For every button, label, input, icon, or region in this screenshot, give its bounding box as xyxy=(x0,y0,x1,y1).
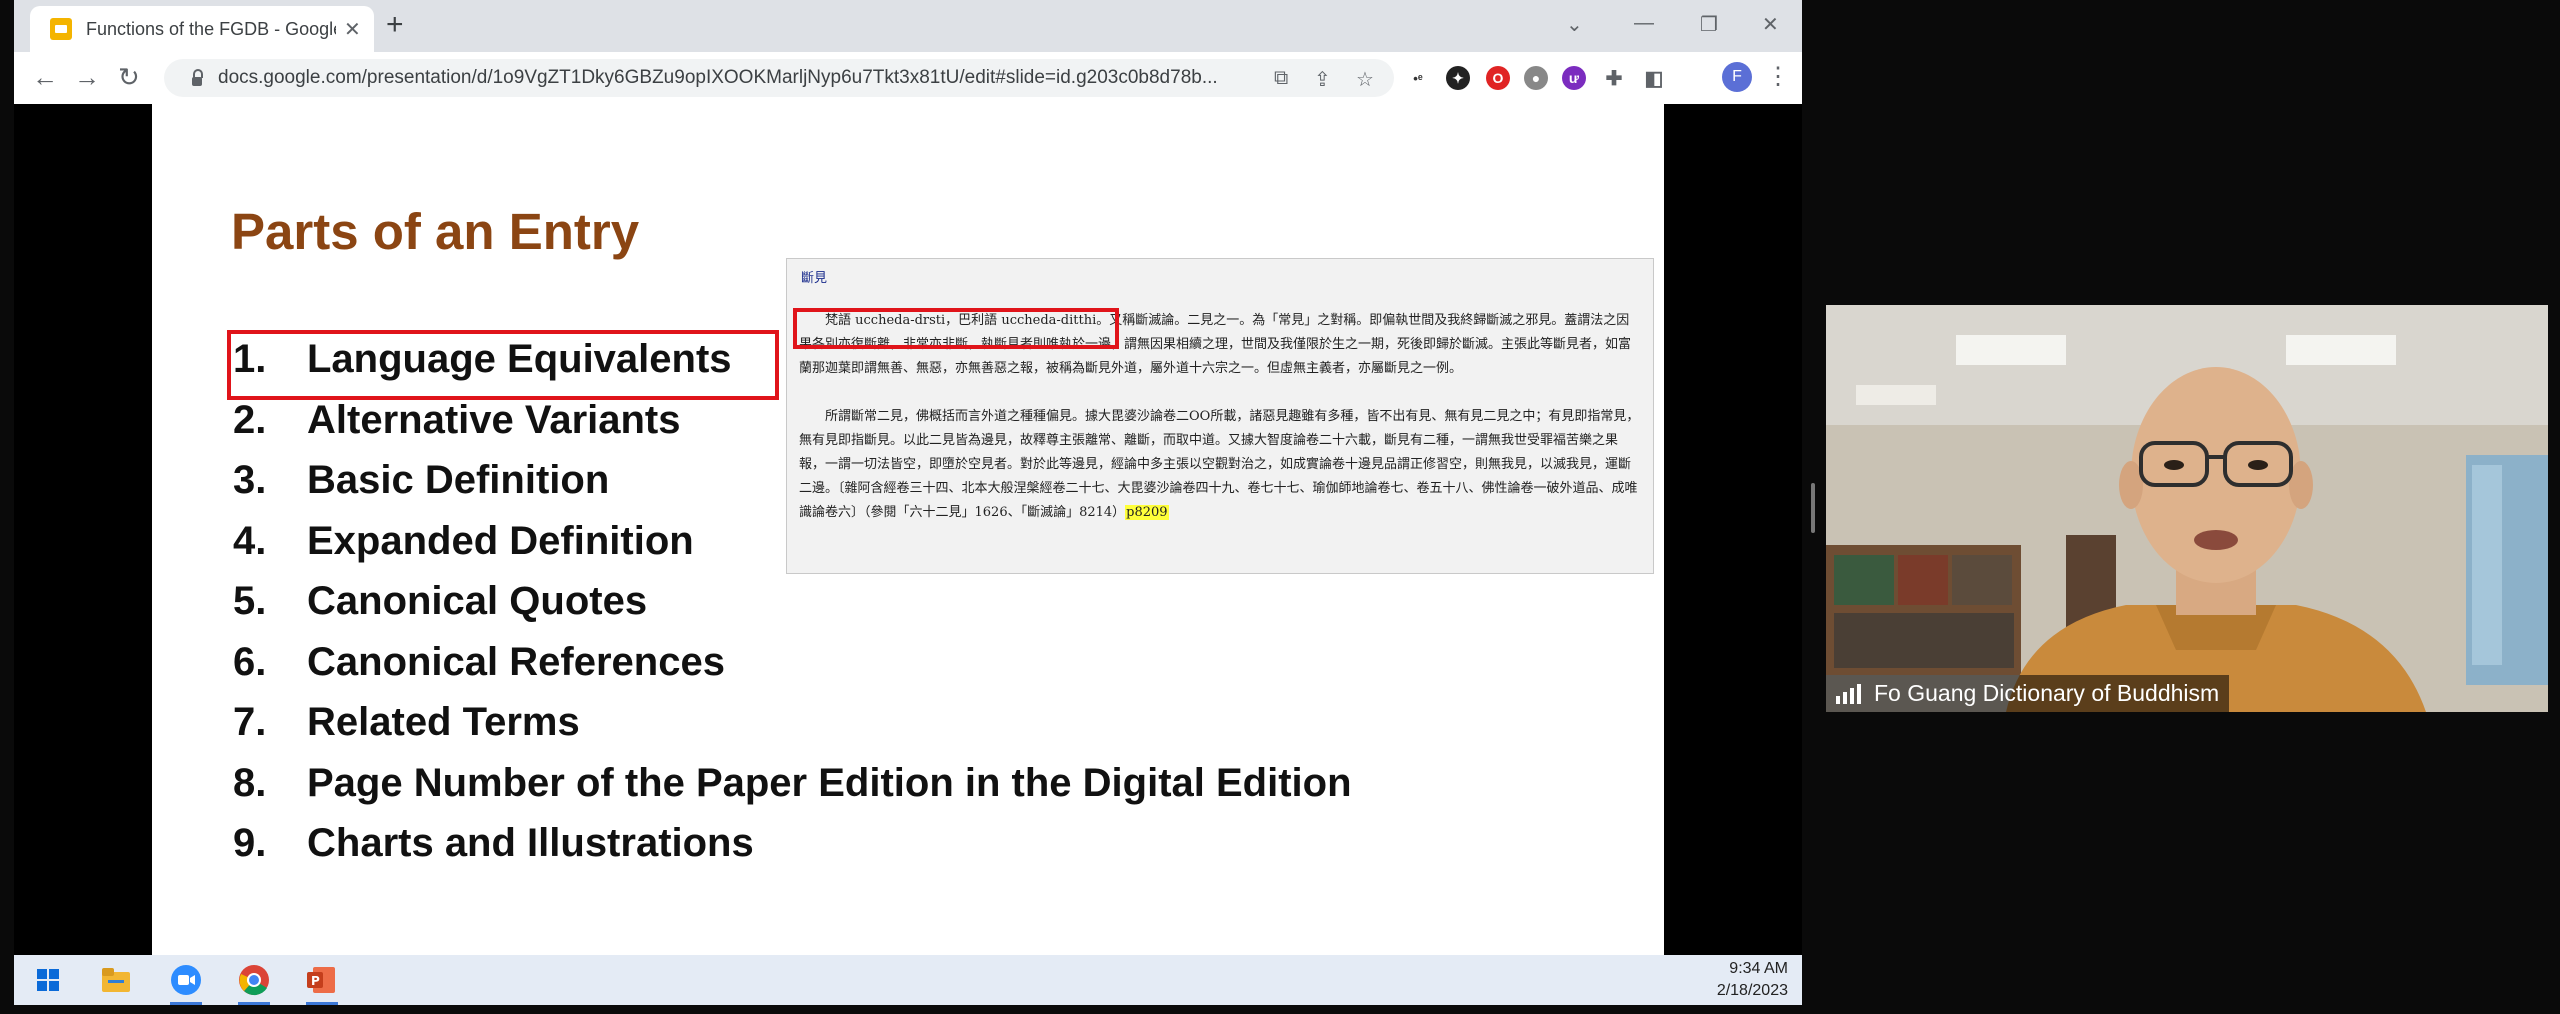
list-item: 7. Related Terms xyxy=(233,700,580,744)
list-item: 9. Charts and Illustrations xyxy=(233,821,754,865)
page-number-highlight: p8209 xyxy=(1125,505,1169,520)
slide-title: Parts of an Entry xyxy=(231,203,640,260)
excerpt-headword: 斷見 xyxy=(801,271,828,286)
system-clock[interactable]: 9:34 AM 2/18/2023 xyxy=(1717,958,1788,1002)
puzzle-icon[interactable]: ✚ xyxy=(1602,66,1626,90)
excerpt-paragraph-2: 所謂斷常二見，佛概括而言外道之種種偏見。據大毘婆沙論卷二OO所載，諸惡見趣雖有多… xyxy=(799,409,1640,520)
participant-name-tag: Fo Guang Dictionary of Buddhism xyxy=(1826,675,2230,712)
video-feed-image xyxy=(1826,305,2548,712)
presentation-area: Parts of an Entry 1. Language Equivalents… xyxy=(14,104,1802,955)
new-tab-button[interactable]: + xyxy=(386,10,404,40)
extension-purple-icon[interactable]: ư xyxy=(1562,66,1586,90)
tab-title: Functions of the FGDB - Google Slid xyxy=(86,18,336,39)
windows-taskbar: P 9:34 AM 2/18/2023 xyxy=(14,955,1802,1005)
clock-time: 9:34 AM xyxy=(1729,960,1788,977)
google-slides-icon xyxy=(50,18,72,40)
list-item: 8. Page Number of the Paper Edition in th… xyxy=(233,760,1352,805)
extension-icon[interactable]: •ᵉ xyxy=(1406,66,1430,90)
close-tab-icon[interactable]: ✕ xyxy=(344,17,361,42)
side-panel-icon[interactable]: ◧ xyxy=(1642,66,1666,90)
list-item: 6. Canonical References xyxy=(233,639,725,684)
close-window-button[interactable]: ✕ xyxy=(1762,12,1779,37)
chrome-icon[interactable] xyxy=(236,963,272,1005)
url-text: docs.google.com/presentation/d/1o9VgZT1D… xyxy=(218,67,1218,88)
forward-icon[interactable]: → xyxy=(74,62,100,92)
open-in-new-icon[interactable]: ⧉ xyxy=(1274,67,1288,90)
bookmark-star-icon[interactable]: ☆ xyxy=(1356,67,1374,92)
minimize-button[interactable]: — xyxy=(1634,12,1654,35)
highlight-box xyxy=(227,330,779,400)
browser-window: Functions of the FGDB - Google Slid ✕ + … xyxy=(14,0,1802,1005)
participant-video[interactable]: Fo Guang Dictionary of Buddhism xyxy=(1826,305,2548,712)
kebab-menu-icon[interactable]: ⋮ xyxy=(1766,62,1790,91)
signal-strength-icon xyxy=(1836,683,1864,704)
slide: Parts of an Entry 1. Language Equivalents… xyxy=(152,104,1664,955)
tab-slides[interactable]: Functions of the FGDB - Google Slid ✕ xyxy=(30,6,374,52)
clock-date: 2/18/2023 xyxy=(1716,982,1788,999)
excerpt-highlight-box xyxy=(793,308,1119,349)
back-icon[interactable]: ← xyxy=(32,62,58,92)
restore-button[interactable]: ❐ xyxy=(1700,12,1718,37)
tab-bar: Functions of the FGDB - Google Slid ✕ + … xyxy=(14,0,1802,52)
share-icon[interactable]: ⇪ xyxy=(1314,67,1331,92)
svg-text:P: P xyxy=(311,974,320,988)
opera-icon[interactable]: O xyxy=(1486,66,1510,90)
profile-avatar[interactable]: F xyxy=(1722,62,1752,92)
windows-start-icon[interactable] xyxy=(30,963,66,997)
reload-icon[interactable]: ↻ xyxy=(118,62,140,92)
participant-name: Fo Guang Dictionary of Buddhism xyxy=(1874,680,2220,706)
panel-splitter-handle[interactable] xyxy=(1811,483,1815,533)
extension-bird-icon[interactable]: ✦ xyxy=(1446,66,1470,90)
dictionary-excerpt-image: 斷見 梵語 uccheda-drsti，巴利語 uccheda-ditthi。又… xyxy=(786,258,1654,574)
powerpoint-icon[interactable]: P xyxy=(304,963,340,1005)
lock-icon xyxy=(192,68,203,86)
browser-toolbar: ← → ↻ docs.google.com/presentation/d/1o9… xyxy=(14,52,1802,104)
chevron-down-icon[interactable]: ⌄ xyxy=(1566,12,1583,37)
file-explorer-icon[interactable] xyxy=(98,963,134,997)
address-bar[interactable]: docs.google.com/presentation/d/1o9VgZT1D… xyxy=(164,59,1394,97)
extension-gray-icon[interactable]: ● xyxy=(1524,66,1548,90)
zoom-icon[interactable] xyxy=(168,963,204,1005)
list-item: 5. Canonical Quotes xyxy=(233,579,648,623)
